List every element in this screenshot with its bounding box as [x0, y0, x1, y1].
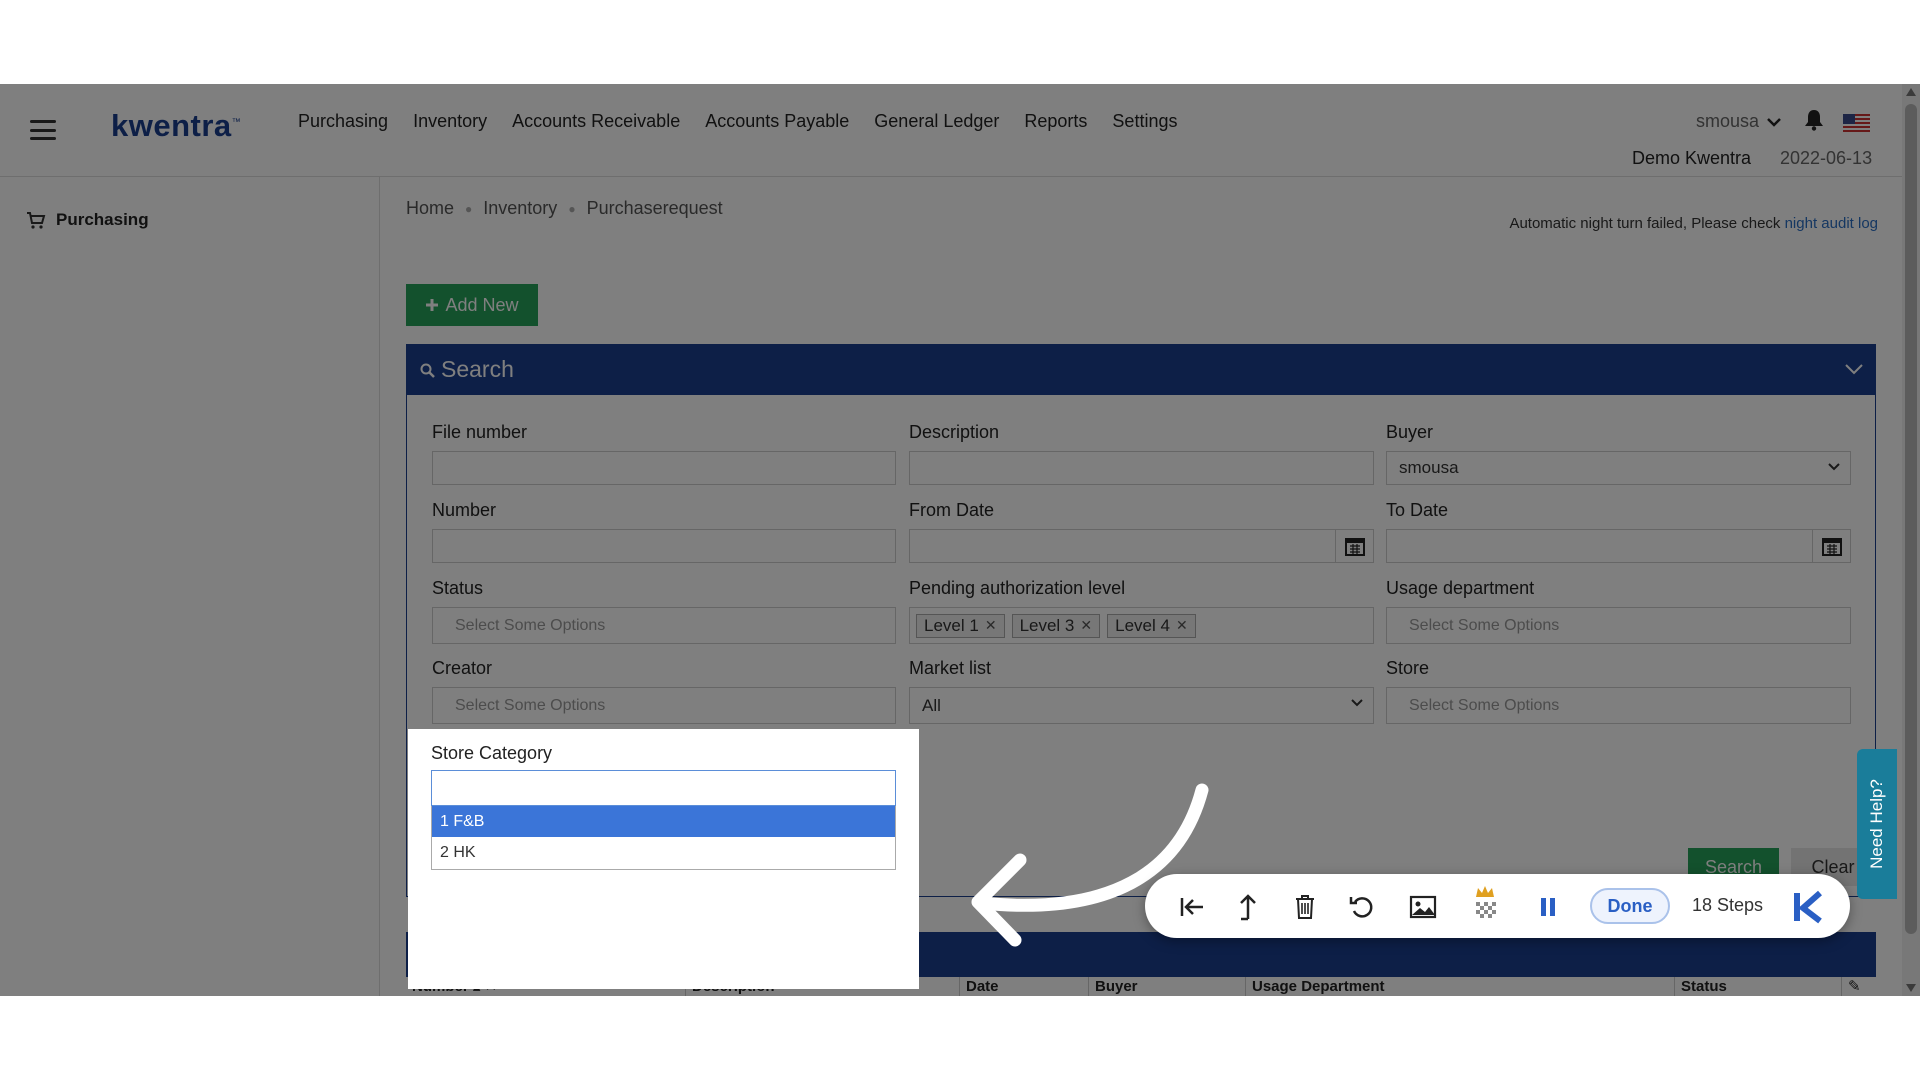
- move-up-icon[interactable]: [1233, 892, 1263, 922]
- breadcrumb-inventory[interactable]: Inventory: [483, 198, 557, 219]
- search-icon: [420, 363, 435, 378]
- nav-purchasing[interactable]: Purchasing: [298, 111, 388, 132]
- store-category-search-input[interactable]: [431, 770, 896, 806]
- calendar-icon[interactable]: [1812, 530, 1850, 562]
- remove-tag-icon[interactable]: ✕: [1176, 617, 1188, 634]
- column-status[interactable]: Status: [1675, 977, 1842, 996]
- breadcrumb-current: Purchaserequest: [586, 198, 723, 218]
- page-scrollbar[interactable]: [1902, 84, 1920, 996]
- store-multiselect[interactable]: Select Some Options: [1386, 687, 1851, 724]
- need-help-tab[interactable]: Need Help?: [1857, 749, 1897, 899]
- breadcrumb: Home ● Inventory ● Purchaserequest: [406, 198, 723, 219]
- status-label: Status: [432, 578, 484, 598]
- sidebar: Purchasing: [0, 177, 380, 996]
- remove-tag-icon[interactable]: ✕: [985, 617, 997, 634]
- kwentra-k-logo-icon[interactable]: [1792, 889, 1828, 925]
- image-icon[interactable]: [1408, 892, 1438, 922]
- done-button[interactable]: Done: [1590, 888, 1670, 924]
- nav-general-ledger[interactable]: General Ledger: [874, 111, 999, 132]
- buyer-label: Buyer: [1386, 422, 1434, 442]
- main-nav: Purchasing Inventory Accounts Receivable…: [298, 111, 1177, 132]
- night-audit-alert: Automatic night turn failed, Please chec…: [1509, 215, 1878, 232]
- file-number-label: File number: [432, 422, 528, 442]
- search-panel-header[interactable]: Search: [407, 345, 1875, 395]
- column-usage-department[interactable]: Usage Department: [1246, 977, 1675, 996]
- breadcrumb-home[interactable]: Home: [406, 198, 454, 219]
- sidebar-item-purchasing[interactable]: Purchasing: [26, 210, 149, 230]
- pending-authorization-label: Pending authorization level: [909, 578, 1126, 598]
- creator-label: Creator: [432, 658, 493, 678]
- option-1-fb[interactable]: 1 F&B: [432, 806, 895, 837]
- undo-icon[interactable]: [1347, 892, 1377, 922]
- trash-icon[interactable]: [1290, 892, 1320, 922]
- back-to-start-icon[interactable]: [1177, 892, 1207, 922]
- hamburger-menu-icon[interactable]: [30, 120, 56, 140]
- usage-department-multiselect[interactable]: Select Some Options: [1386, 607, 1851, 644]
- column-buyer[interactable]: Buyer: [1089, 977, 1246, 996]
- status-multiselect[interactable]: Select Some Options: [432, 607, 896, 644]
- bell-icon[interactable]: [1804, 109, 1824, 131]
- nav-inventory[interactable]: Inventory: [413, 111, 487, 132]
- blur-premium-icon[interactable]: [1470, 884, 1500, 924]
- from-date-input[interactable]: [909, 529, 1374, 563]
- creator-multiselect[interactable]: Select Some Options: [432, 687, 896, 724]
- from-date-label: From Date: [909, 500, 995, 520]
- edit-pencil-icon[interactable]: ✎: [1842, 977, 1876, 996]
- nav-accounts-receivable[interactable]: Accounts Receivable: [512, 111, 680, 132]
- tag-level-1: Level 1 ✕: [916, 613, 1005, 638]
- nav-reports[interactable]: Reports: [1024, 111, 1087, 132]
- cart-icon: [27, 212, 46, 229]
- number-label: Number: [432, 500, 497, 520]
- chevron-down-icon[interactable]: [1845, 363, 1863, 375]
- chevron-down-icon: [1767, 117, 1781, 127]
- tag-level-4: Level 4 ✕: [1107, 613, 1196, 638]
- steps-count: 18 Steps: [1692, 895, 1764, 915]
- top-header: kwentra™ Purchasing Inventory Accounts R…: [0, 84, 1902, 177]
- us-flag-icon[interactable]: [1843, 114, 1870, 132]
- sidebar-item-label: Purchasing: [56, 210, 149, 229]
- market-list-label: Market list: [909, 658, 992, 678]
- calendar-icon[interactable]: [1335, 530, 1373, 562]
- store-category-spotlight: Store Category 1 F&B 2 HK: [408, 729, 919, 989]
- buyer-select[interactable]: smousa: [1386, 451, 1851, 485]
- app-screen: kwentra™ Purchasing Inventory Accounts R…: [0, 84, 1920, 996]
- column-date[interactable]: Date: [960, 977, 1089, 996]
- pending-authorization-multiselect[interactable]: Level 1 ✕ Level 3 ✕ Level 4 ✕: [909, 607, 1374, 644]
- chevron-down-icon: [1828, 463, 1840, 471]
- plus-icon: [426, 299, 439, 311]
- chevron-down-icon: [1351, 699, 1363, 707]
- store-category-dropdown: 1 F&B 2 HK: [431, 806, 896, 870]
- usage-department-label: Usage department: [1386, 578, 1535, 598]
- pause-icon[interactable]: [1533, 892, 1563, 922]
- recorder-toolbar: Done 18 Steps: [1145, 874, 1850, 938]
- to-date-label: To Date: [1386, 500, 1449, 520]
- number-input[interactable]: [432, 529, 896, 563]
- store-category-label: Store Category: [431, 743, 553, 763]
- store-label: Store: [1386, 658, 1430, 678]
- user-name: smousa: [1696, 111, 1760, 131]
- nav-settings[interactable]: Settings: [1112, 111, 1177, 132]
- system-date: 2022-06-13: [1780, 148, 1873, 168]
- file-number-input[interactable]: [432, 451, 896, 485]
- company-name: Demo Kwentra: [1632, 148, 1752, 168]
- scroll-down-icon[interactable]: [1906, 984, 1916, 992]
- nav-accounts-payable[interactable]: Accounts Payable: [705, 111, 849, 132]
- scroll-thumb[interactable]: [1905, 104, 1917, 934]
- remove-tag-icon[interactable]: ✕: [1080, 617, 1092, 634]
- kwentra-logo[interactable]: kwentra™: [111, 108, 241, 144]
- search-panel-title: Search: [441, 356, 514, 382]
- add-new-button[interactable]: Add New: [406, 284, 538, 326]
- night-audit-log-link[interactable]: night audit log: [1785, 215, 1878, 232]
- tag-level-3: Level 3 ✕: [1011, 613, 1101, 638]
- option-2-hk[interactable]: 2 HK: [432, 837, 895, 868]
- scroll-up-icon[interactable]: [1906, 88, 1916, 96]
- description-input[interactable]: [909, 451, 1374, 485]
- description-label: Description: [909, 422, 1000, 442]
- to-date-input[interactable]: [1386, 529, 1851, 563]
- market-list-select[interactable]: All: [909, 687, 1374, 724]
- user-menu[interactable]: smousa: [1696, 111, 1781, 132]
